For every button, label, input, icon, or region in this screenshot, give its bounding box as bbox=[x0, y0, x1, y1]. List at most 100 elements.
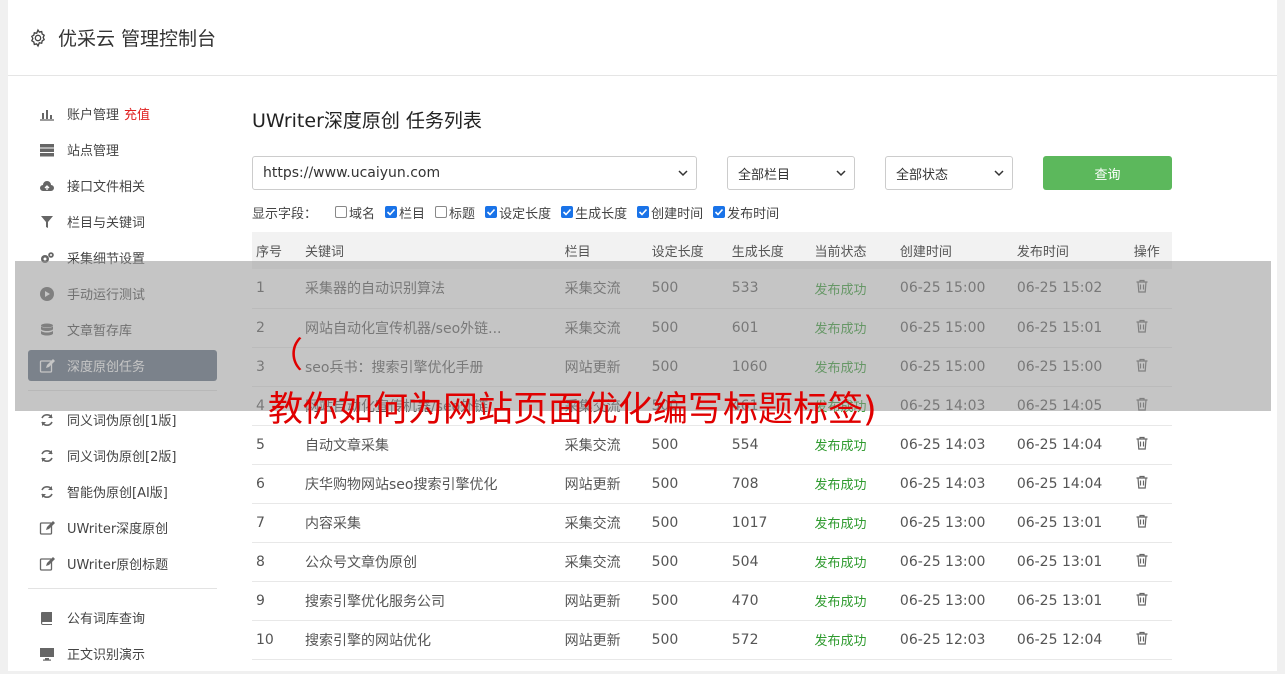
table-cell: 06-25 12:04 bbox=[1016, 631, 1103, 648]
checkbox-icon[interactable] bbox=[435, 206, 448, 218]
table-cell: 自动文章采集 bbox=[304, 437, 389, 454]
table-cell: 06-25 15:00 bbox=[899, 280, 986, 297]
edit-icon bbox=[38, 555, 56, 573]
table-cell: 06-25 13:00 bbox=[899, 514, 986, 531]
sidebar-item[interactable]: UWriter原创标题 bbox=[28, 548, 217, 579]
trash-icon[interactable] bbox=[1134, 280, 1150, 298]
play-icon bbox=[38, 285, 56, 303]
trash-icon[interactable] bbox=[1134, 631, 1150, 650]
field-checkbox[interactable]: 设定长度 bbox=[485, 203, 551, 222]
table-cell: 网站更新 bbox=[564, 476, 621, 493]
checkbox-icon[interactable] bbox=[561, 206, 574, 218]
checkbox-icon[interactable] bbox=[385, 206, 398, 218]
sidebar-item[interactable]: 账户管理 充值 bbox=[28, 98, 217, 129]
sidebar-item-label: 采集细节设置 bbox=[67, 252, 146, 267]
column-header: 当前状态 bbox=[814, 245, 867, 260]
table-cell: 采集交流 bbox=[564, 437, 621, 454]
field-checkbox-label: 域名 bbox=[349, 206, 376, 222]
table-cell: 708 bbox=[731, 475, 759, 492]
display-fields: 显示字段： 域名 栏目 标题 设定长度 生成长度 创建时间 发布时间 bbox=[252, 202, 1172, 222]
table-cell: 庆华购物网站seo搜索引擎优化 bbox=[304, 476, 498, 493]
sidebar-divider bbox=[28, 390, 217, 391]
table-row: 1 采集器的自动识别算法 采集交流 500 533 发布成功 06-25 15:00 06-2… bbox=[252, 269, 1172, 308]
field-checkbox[interactable]: 域名 bbox=[335, 203, 375, 222]
table-cell: 06-25 15:00 bbox=[899, 319, 986, 336]
table-cell: 500 bbox=[651, 592, 679, 609]
category-select[interactable]: 全部栏目 bbox=[727, 156, 855, 190]
bar-chart-icon bbox=[38, 105, 56, 123]
status-cell: 发布成功 bbox=[814, 439, 867, 454]
field-checkbox[interactable]: 栏目 bbox=[385, 203, 425, 222]
refresh-icon bbox=[38, 411, 56, 429]
table-row: 8 公众号文章伪原创 采集交流 500 504 发布成功 06-25 13:00 06-25 … bbox=[252, 542, 1172, 581]
checkbox-icon[interactable] bbox=[335, 206, 348, 218]
trash-icon[interactable] bbox=[1134, 358, 1150, 377]
column-header: 设定长度 bbox=[651, 245, 704, 260]
action-cell bbox=[1130, 269, 1172, 308]
action-cell bbox=[1130, 386, 1172, 425]
table-cell: 470 bbox=[731, 592, 759, 609]
display-fields-label: 显示字段： bbox=[252, 206, 318, 222]
table-cell: 网站自动化宣传机器/seo外链... bbox=[304, 320, 502, 337]
trash-icon[interactable] bbox=[1134, 592, 1150, 611]
sidebar-item[interactable]: 接口文件相关 bbox=[28, 170, 217, 201]
sidebar-item[interactable]: 同义词伪原创[2版] bbox=[28, 440, 217, 471]
table-cell: 500 bbox=[651, 436, 679, 453]
sidebar-item[interactable]: 深度原创任务 bbox=[28, 350, 217, 381]
table-cell: 500 bbox=[651, 553, 679, 570]
refresh-icon bbox=[38, 447, 56, 465]
field-checkbox[interactable]: 发布时间 bbox=[713, 203, 779, 222]
table-cell: 554 bbox=[731, 436, 759, 453]
trash-icon[interactable] bbox=[1134, 319, 1150, 338]
trash-icon[interactable] bbox=[1134, 553, 1150, 572]
table-cell: 06-25 13:01 bbox=[1016, 514, 1103, 531]
sidebar-item[interactable]: 正文识别演示 bbox=[28, 638, 217, 669]
table-cell: 06-25 14:05 bbox=[1016, 397, 1103, 414]
sidebar-item[interactable]: 公有词库查询 bbox=[28, 602, 217, 633]
sidebar-item[interactable]: 同义词伪原创[1版] bbox=[28, 404, 217, 435]
trash-icon[interactable] bbox=[1134, 514, 1150, 533]
table-cell: 461 bbox=[731, 397, 759, 414]
sidebar-item[interactable]: 采集细节设置 bbox=[28, 242, 217, 273]
table-cell: 采集交流 bbox=[564, 281, 621, 298]
table-row: 4 网站自动化宣传机器/seo外链 采集交流 500 461 发布成功 06-25 14:0… bbox=[252, 386, 1172, 425]
table-cell: 500 bbox=[651, 280, 679, 297]
table-cell: 网站自动化宣传机器/seo外链 bbox=[304, 398, 489, 415]
table-cell: 内容采集 bbox=[304, 515, 361, 532]
table-cell: 06-25 14:03 bbox=[899, 475, 986, 492]
filter-icon bbox=[38, 213, 56, 231]
sidebar-item[interactable]: UWriter深度原创 bbox=[28, 512, 217, 543]
cloud-upload-icon bbox=[38, 177, 56, 195]
field-checkbox[interactable]: 生成长度 bbox=[561, 203, 627, 222]
status-select[interactable]: 全部状态 bbox=[885, 156, 1013, 190]
sidebar-item[interactable]: 栏目与关键词 bbox=[28, 206, 217, 237]
checkbox-icon[interactable] bbox=[485, 206, 498, 218]
trash-icon[interactable] bbox=[1134, 397, 1150, 416]
trash-icon[interactable] bbox=[1134, 436, 1150, 455]
field-checkbox[interactable]: 创建时间 bbox=[637, 203, 703, 222]
action-cell bbox=[1130, 503, 1172, 542]
table-row: 9 搜索引擎优化服务公司 网站更新 500 470 发布成功 06-25 13:00 06-2… bbox=[252, 581, 1172, 620]
status-cell: 发布成功 bbox=[814, 517, 867, 532]
field-checkbox[interactable]: 标题 bbox=[435, 203, 475, 222]
checkbox-icon[interactable] bbox=[637, 206, 650, 218]
sidebar-item-label: 同义词伪原创[2版] bbox=[67, 450, 177, 465]
trash-icon[interactable] bbox=[1134, 475, 1150, 494]
site-select[interactable]: https://www.ucaiyun.com bbox=[252, 156, 697, 190]
sidebar-item[interactable]: 手动运行测试 bbox=[28, 278, 217, 309]
sidebar-item[interactable]: 站点管理 bbox=[28, 134, 217, 165]
sidebar-item[interactable]: 文章暂存库 bbox=[28, 314, 217, 345]
table-cell: 采集器的自动识别算法 bbox=[304, 281, 445, 298]
table-cell: 06-25 15:01 bbox=[1016, 319, 1103, 336]
table-cell: 500 bbox=[651, 358, 679, 375]
status-cell: 发布成功 bbox=[814, 282, 867, 298]
query-button[interactable]: 查询 bbox=[1043, 156, 1172, 190]
category-select-value: 全部栏目 bbox=[738, 167, 791, 183]
table-cell: seo兵书：搜索引擎优化手册 bbox=[304, 359, 484, 376]
recharge-link[interactable]: 充值 bbox=[124, 104, 150, 123]
column-header: 创建时间 bbox=[899, 245, 952, 260]
table-cell: 搜索引擎的网站优化 bbox=[304, 632, 431, 649]
sidebar-item[interactable]: 智能伪原创[AI版] bbox=[28, 476, 217, 507]
checkbox-icon[interactable] bbox=[713, 206, 726, 218]
action-cell bbox=[1130, 542, 1172, 581]
